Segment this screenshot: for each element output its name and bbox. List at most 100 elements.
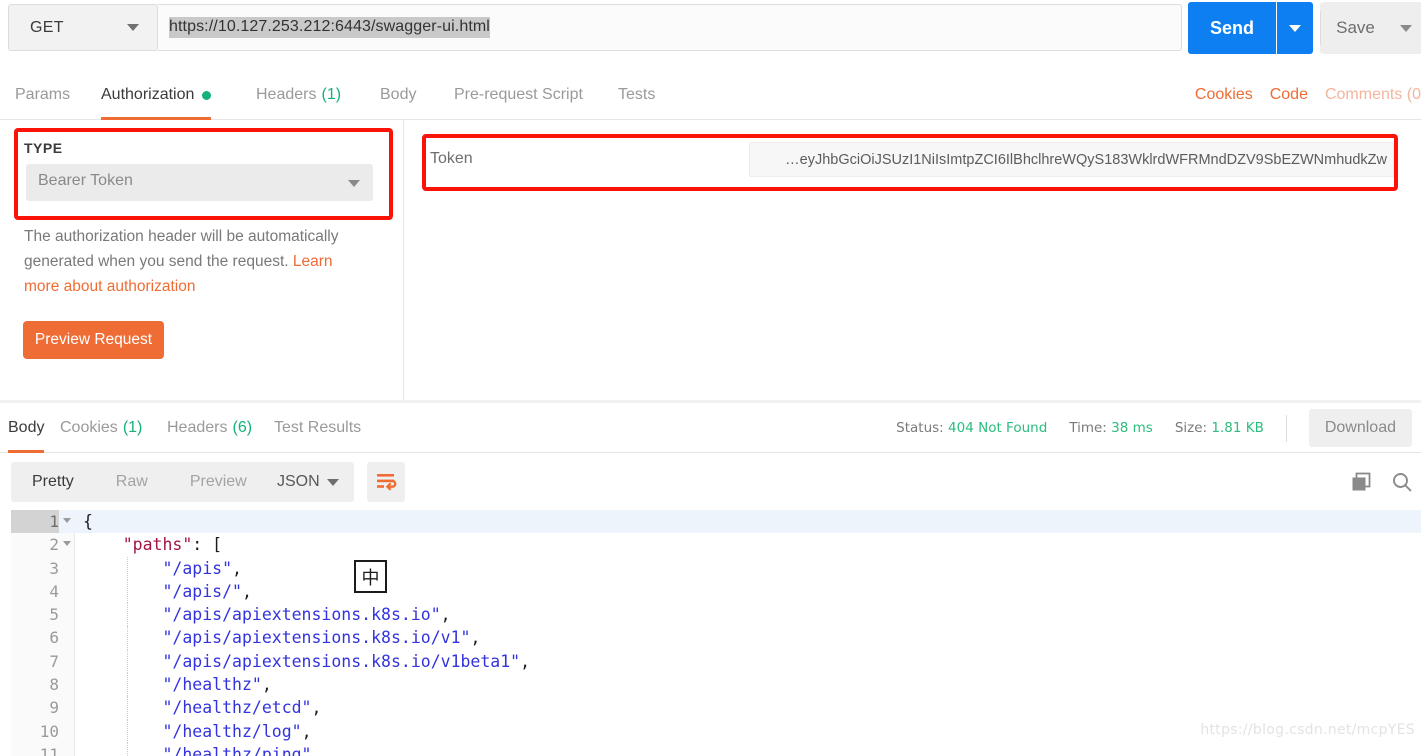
line-number: 5 (49, 605, 59, 625)
copy-button[interactable] (1351, 472, 1372, 493)
chevron-down-icon (327, 479, 339, 486)
body-format-select[interactable]: JSON (261, 462, 354, 502)
editor-code-lines: 1{2 "paths": [3 "/apis", 4 "/apis/", 5 "/a… (11, 510, 1421, 756)
copy-icon (1352, 472, 1371, 490)
editor-line: 4 "/apis/", (11, 579, 1421, 604)
line-text: "/apis/apiextensions.k8s.io", (162, 605, 451, 625)
tab-label: Params (15, 86, 71, 103)
url-input[interactable]: https://10.127.253.212:6443/swagger-ui.h… (158, 4, 1182, 51)
save-button[interactable]: Save (1320, 2, 1391, 54)
time-value: 38 ms (1111, 420, 1153, 436)
body-tool-icons (1351, 462, 1413, 502)
tab-label: Authorization (101, 86, 195, 103)
code-link[interactable]: Code (1270, 86, 1308, 104)
response-tab-test-results[interactable]: Test Results (274, 403, 361, 453)
tab-tests[interactable]: Tests (618, 70, 655, 120)
fold-toggle-icon[interactable] (63, 541, 71, 547)
http-method-select[interactable]: GET (8, 4, 158, 51)
ime-indicator-char: 中 (361, 567, 380, 589)
status-value: 404 Not Found (948, 420, 1048, 436)
line-number: 2 (49, 535, 59, 555)
chevron-down-icon (348, 180, 360, 187)
wrap-lines-icon (376, 474, 396, 491)
cookies-link[interactable]: Cookies (1195, 86, 1253, 104)
tab-count: (6) (232, 419, 253, 436)
search-button[interactable] (1391, 471, 1413, 493)
line-text: "/healthz/etcd", (162, 698, 322, 718)
editor-line: 8 "/healthz", (11, 673, 1421, 697)
save-button-label: Save (1336, 18, 1375, 37)
tab-label: Pre-request Script (454, 86, 583, 103)
chevron-down-icon (127, 24, 139, 31)
tab-label: Body (8, 419, 45, 436)
editor-line: 3 "/apis", (11, 556, 1421, 580)
body-format-value: JSON (277, 473, 320, 490)
line-number: 9 (49, 698, 59, 718)
download-label: Download (1324, 419, 1396, 436)
tab-count: (1) (122, 419, 143, 436)
send-options-button[interactable] (1277, 2, 1313, 54)
preview-request-label: Preview Request (34, 331, 153, 348)
save-divider (1320, 11, 1321, 45)
modified-dot-icon (202, 90, 212, 100)
view-preview-button[interactable]: Preview (169, 462, 268, 502)
response-body-toolbar: Pretty Raw Preview JSON (0, 455, 1421, 510)
response-tabs: Body Cookies (1) Headers (6) Test Result… (0, 403, 1421, 453)
editor-line: 11 "/healthz/ping" (11, 742, 1421, 756)
tab-label: Cookies (60, 419, 118, 436)
tab-pre-request-script[interactable]: Pre-request Script (454, 70, 583, 120)
tab-headers[interactable]: Headers (1) (256, 70, 341, 120)
tab-body[interactable]: Body (380, 70, 416, 120)
line-number: 1 (11, 510, 59, 534)
editor-line: 1{ (11, 510, 1421, 534)
send-button[interactable]: Send (1188, 2, 1276, 54)
tab-label: Test Results (274, 419, 362, 436)
editor-line: 9 "/healthz/etcd", (11, 696, 1421, 720)
line-text: "/apis/", (162, 581, 252, 601)
status-label: Status: (896, 420, 944, 436)
line-number: 7 (49, 651, 59, 671)
view-pretty-button[interactable]: Pretty (11, 462, 95, 502)
line-text: "/apis", (162, 558, 242, 578)
response-status-strip: Status: 404 Not Found Time: 38 ms Size: … (896, 403, 1421, 453)
response-body-editor[interactable]: 1{2 "paths": [3 "/apis", 4 "/apis/", 5 "/a… (11, 510, 1421, 756)
watermark: https://blog.csdn.net/mcpYES (1200, 722, 1415, 738)
size-group: Size: 1.81 KB (1175, 420, 1264, 436)
fold-toggle-icon[interactable] (63, 518, 71, 523)
preview-request-button[interactable]: Preview Request (23, 321, 164, 359)
token-label: Token (430, 150, 473, 167)
editor-line: 6 "/apis/apiextensions.k8s.io/v1", (11, 626, 1421, 650)
tab-params[interactable]: Params (15, 70, 70, 120)
wrap-lines-button[interactable] (367, 462, 405, 502)
download-button[interactable]: Download (1308, 409, 1412, 447)
line-text: "/apis/apiextensions.k8s.io/v1", (162, 628, 481, 648)
tab-authorization[interactable]: Authorization (101, 70, 212, 120)
tab-count: (1) (321, 86, 342, 103)
segment-label: Preview (189, 473, 247, 490)
status-separator (1285, 414, 1287, 442)
token-row: Token eyJhbGciOiJSUzI1NiIsImtpZCI6IlBhcl… (404, 120, 1421, 180)
ime-indicator: 中 (354, 560, 387, 593)
line-text: "/healthz", (162, 675, 272, 695)
send-button-label: Send (1209, 17, 1254, 38)
response-tab-body[interactable]: Body (8, 403, 45, 453)
editor-line: 7 "/apis/apiextensions.k8s.io/v1beta1", (11, 649, 1421, 674)
view-raw-button[interactable]: Raw (95, 462, 169, 502)
comments-link[interactable]: Comments (0 (1325, 86, 1421, 104)
save-options-button[interactable] (1391, 2, 1421, 54)
auth-type-select[interactable]: Bearer Token (26, 164, 373, 201)
time-group: Time: 38 ms (1069, 420, 1153, 436)
segment-label: Raw (115, 473, 148, 490)
response-tab-headers[interactable]: Headers (6) (167, 403, 252, 453)
response-tab-cookies[interactable]: Cookies (1) (60, 403, 142, 453)
search-icon (1393, 473, 1412, 492)
line-number: 8 (49, 675, 59, 695)
token-input[interactable]: eyJhbGciOiJSUzI1NiIsImtpZCI6IlBhclhreWQy… (749, 142, 1394, 177)
line-text: "paths": [ (122, 535, 223, 555)
body-view-segmented-control: Pretty Raw Preview (11, 462, 268, 502)
segment-label: Pretty (32, 473, 74, 490)
tab-label: Headers (167, 419, 228, 436)
request-url-bar: GET https://10.127.253.212:6443/swagger-… (0, 0, 1421, 57)
tab-label: Body (380, 86, 417, 103)
line-text: { (83, 512, 93, 531)
